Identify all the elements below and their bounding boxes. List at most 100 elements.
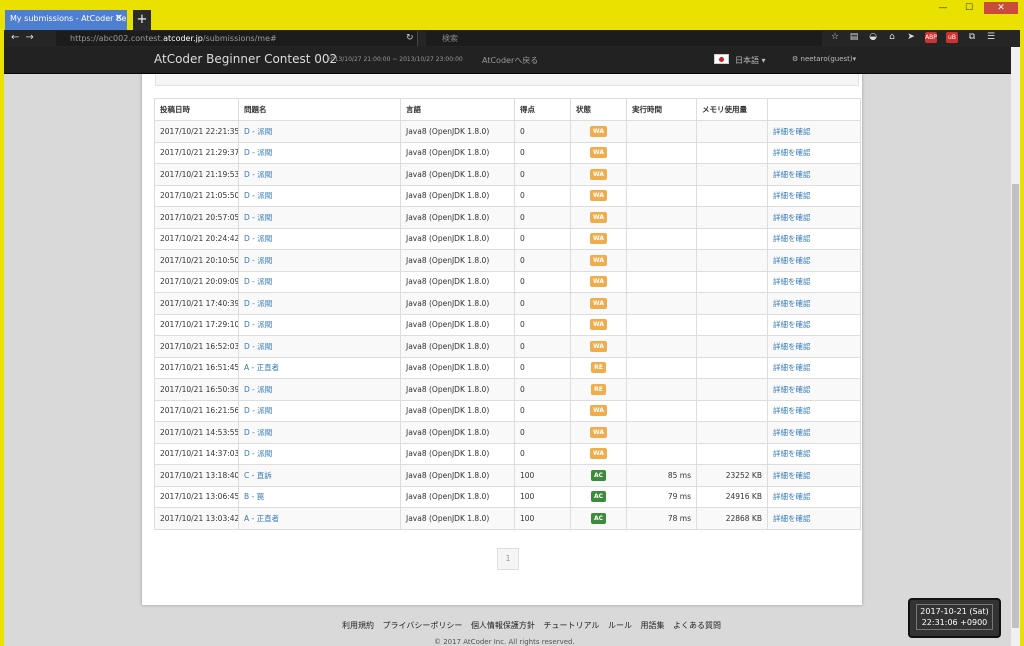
back-icon[interactable]: ← [11,32,25,43]
home-icon[interactable]: ⌂ [887,32,897,43]
problem-link[interactable]: D - 派閥 [244,428,272,437]
menu-icon[interactable]: ☰ [986,32,996,43]
detail-link[interactable]: 詳細を確認 [773,406,811,415]
detail-link[interactable]: 詳細を確認 [773,449,811,458]
close-window-icon[interactable]: ✕ [984,2,1018,14]
language-dropdown[interactable]: 日本語 ▾ [735,55,766,66]
detail-link[interactable]: 詳細を確認 [773,299,811,308]
detail-link[interactable]: 詳細を確認 [773,492,811,501]
status-badge[interactable]: AC [590,512,607,524]
problem-cell: D - 派閥 [238,442,401,465]
back-to-atcoder-link[interactable]: AtCoderへ戻る [482,55,538,66]
problem-link[interactable]: D - 派閥 [244,127,272,136]
status-badge[interactable]: WA [590,276,607,288]
problem-link[interactable]: D - 派閥 [244,213,272,222]
maximize-icon[interactable]: ☐ [958,2,980,14]
status-badge[interactable]: WA [590,340,607,352]
close-tab-icon[interactable]: ✕ [115,13,123,24]
footer-link-faq[interactable]: よくある質問 [673,621,721,630]
problem-link[interactable]: A - 正直者 [244,363,279,372]
contest-title[interactable]: AtCoder Beginner Contest 002 [154,52,337,66]
problem-link[interactable]: D - 派閥 [244,406,272,415]
problem-link[interactable]: D - 派閥 [244,449,272,458]
problem-link[interactable]: D - 派閥 [244,170,272,179]
page-scrollbar[interactable] [1011,47,1020,646]
problem-link[interactable]: D - 派閥 [244,148,272,157]
problem-link[interactable]: C - 直訴 [244,471,272,480]
problem-link[interactable]: D - 派閥 [244,277,272,286]
detail-link[interactable]: 詳細を確認 [773,148,811,157]
problem-link[interactable]: D - 派閥 [244,234,272,243]
header-memory[interactable]: メモリ使用量 [696,98,768,121]
header-exec-time[interactable]: 実行時間 [626,98,697,121]
scrollbar-thumb[interactable] [1012,184,1019,628]
footer-link-rules[interactable]: ルール [608,621,632,630]
detail-link[interactable]: 詳細を確認 [773,213,811,222]
bookmark-star-icon[interactable]: ☆ [830,32,840,43]
reload-icon[interactable]: ↻ [406,31,414,46]
status-badge[interactable]: WA [590,125,607,137]
status-badge[interactable]: RE [591,383,606,395]
reading-list-icon[interactable]: ▤ [849,32,859,43]
user-dropdown[interactable]: ⚙ neetaro(guest)▾ [792,55,856,63]
problem-link[interactable]: D - 派閥 [244,385,272,394]
problem-link[interactable]: D - 派閥 [244,299,272,308]
detail-link[interactable]: 詳細を確認 [773,320,811,329]
status-badge[interactable]: WA [590,297,607,309]
detail-link[interactable]: 詳細を確認 [773,471,811,480]
detail-link[interactable]: 詳細を確認 [773,127,811,136]
footer-link-terms[interactable]: 利用規約 [342,621,374,630]
header-language[interactable]: 言語 [400,98,515,121]
detail-link[interactable]: 詳細を確認 [773,428,811,437]
status-badge[interactable]: RE [591,362,606,374]
problem-link[interactable]: D - 派閥 [244,256,272,265]
problem-link[interactable]: D - 派閥 [244,342,272,351]
footer-link-tutorial[interactable]: チュートリアル [543,621,599,630]
abp-extension-icon[interactable]: ABP [925,32,937,43]
detail-link[interactable]: 詳細を確認 [773,191,811,200]
problem-link[interactable]: B - 罠 [244,492,264,501]
header-score[interactable]: 得点 [514,98,571,121]
problem-link[interactable]: A - 正直者 [244,514,279,523]
footer-link-privacy[interactable]: プライバシーポリシー [383,621,463,630]
status-badge[interactable]: WA [590,254,607,266]
header-status[interactable]: 状態 [570,98,627,121]
minimize-icon[interactable]: — [932,2,954,14]
new-tab-button[interactable]: + [133,10,151,30]
status-badge[interactable]: WA [590,190,607,202]
detail-link[interactable]: 詳細を確認 [773,514,811,523]
search-input[interactable]: 検索 [426,31,822,46]
language-cell: Java8 (OpenJDK 1.8.0) [400,270,515,293]
forward-icon[interactable]: → [25,32,39,43]
header-date[interactable]: 投稿日時 [154,98,239,121]
status-badge[interactable]: AC [590,469,607,481]
detail-link[interactable]: 詳細を確認 [773,342,811,351]
detail-link[interactable]: 詳細を確認 [773,170,811,179]
status-badge[interactable]: WA [590,147,607,159]
status-badge[interactable]: AC [590,491,607,503]
problem-link[interactable]: D - 派閥 [244,320,272,329]
extension-icon[interactable]: ⧉ [967,32,977,43]
status-badge[interactable]: WA [590,168,607,180]
detail-link[interactable]: 詳細を確認 [773,277,811,286]
detail-link[interactable]: 詳細を確認 [773,363,811,372]
status-badge[interactable]: WA [590,211,607,223]
detail-link[interactable]: 詳細を確認 [773,234,811,243]
status-badge[interactable]: WA [590,233,607,245]
detail-link[interactable]: 詳細を確認 [773,256,811,265]
header-problem[interactable]: 問題名 [238,98,401,121]
pocket-icon[interactable]: ◒ [868,32,878,43]
status-badge[interactable]: WA [590,405,607,417]
send-icon[interactable]: ➤ [906,32,916,43]
url-bar[interactable]: https://abc002.contest.atcoder.jp/submis… [56,31,418,46]
detail-link[interactable]: 詳細を確認 [773,385,811,394]
pagination-page-1[interactable]: 1 [497,548,519,570]
status-badge[interactable]: WA [590,448,607,460]
problem-link[interactable]: D - 派閥 [244,191,272,200]
status-badge[interactable]: WA [590,319,607,331]
browser-tab[interactable]: My submissions - AtCoder Be ✕ [5,10,127,30]
footer-link-glossary[interactable]: 用語集 [641,621,665,630]
status-badge[interactable]: WA [590,426,607,438]
footer-link-personal-info[interactable]: 個人情報保護方針 [471,621,535,630]
ublock-extension-icon[interactable]: uB [946,32,958,43]
